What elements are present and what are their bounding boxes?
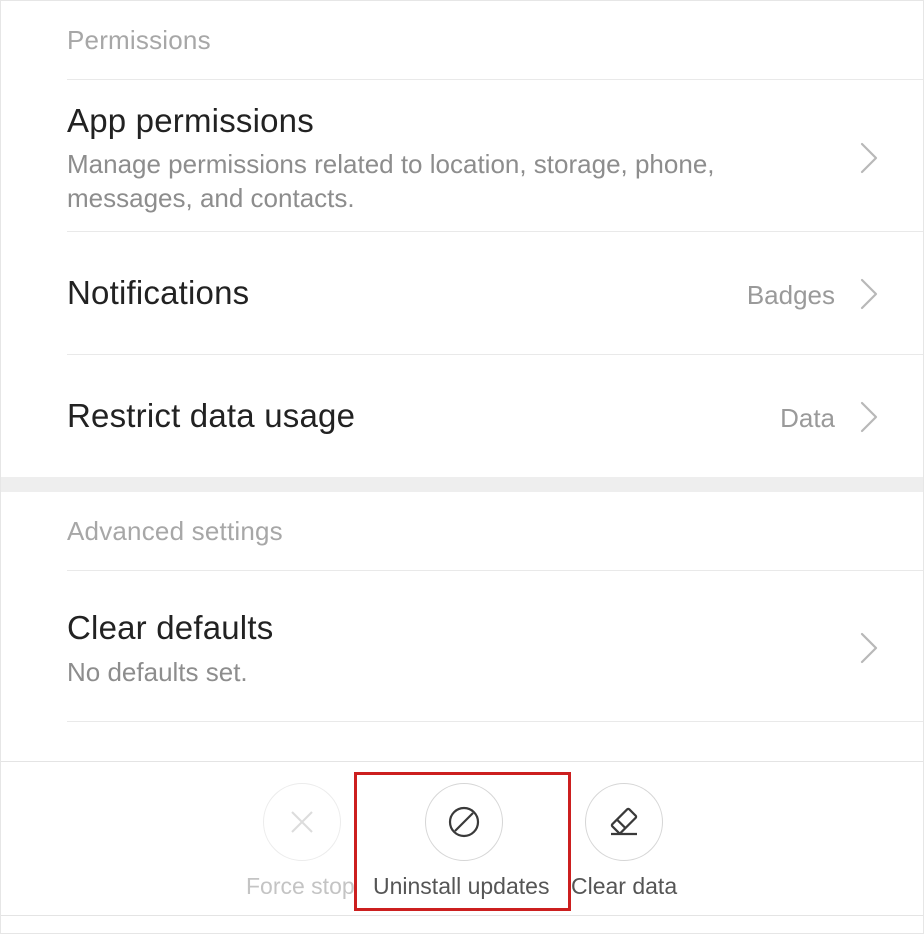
restrict-data-usage-title: Restrict data usage xyxy=(67,397,356,434)
chevron-right-icon xyxy=(860,632,878,664)
chevron-right-icon xyxy=(860,401,878,433)
chevron-right-icon xyxy=(860,278,878,310)
app-permissions-subtitle: Manage permissions related to location, … xyxy=(67,149,715,213)
chevron-right-icon xyxy=(860,142,878,174)
app-permissions-title: App permissions xyxy=(67,102,314,139)
clear-data-button[interactable]: Clear data xyxy=(523,783,723,903)
notifications-title: Notifications xyxy=(67,274,250,311)
uninstall-updates-circle xyxy=(425,783,503,861)
restrict-data-usage-value: Data xyxy=(780,403,835,433)
block-icon xyxy=(448,806,480,838)
clear-data-label: Clear data xyxy=(571,873,678,899)
app-info-screen: Permissions App permissions Manage permi… xyxy=(0,0,924,934)
close-icon xyxy=(291,811,313,833)
clear-data-circle xyxy=(585,783,663,861)
app-permissions-row[interactable]: App permissions Manage permissions relat… xyxy=(67,79,923,231)
action-bar-divider xyxy=(1,761,923,762)
advanced-settings-section-header: Advanced settings xyxy=(67,516,283,546)
permissions-section-header: Permissions xyxy=(67,25,211,55)
notifications-row[interactable]: Notifications Badges xyxy=(67,231,923,354)
notifications-value: Badges xyxy=(746,280,835,310)
clear-defaults-title: Clear defaults xyxy=(67,609,274,646)
clear-defaults-row[interactable]: Clear defaults No defaults set. xyxy=(67,570,923,722)
section-divider xyxy=(1,477,923,492)
force-stop-label: Force stop xyxy=(246,873,355,899)
force-stop-circle xyxy=(263,783,341,861)
bottom-edge-line xyxy=(1,915,923,916)
clear-defaults-subtitle: No defaults set. xyxy=(67,657,248,687)
restrict-data-usage-row[interactable]: Restrict data usage Data xyxy=(67,354,923,477)
eraser-icon xyxy=(610,807,638,836)
